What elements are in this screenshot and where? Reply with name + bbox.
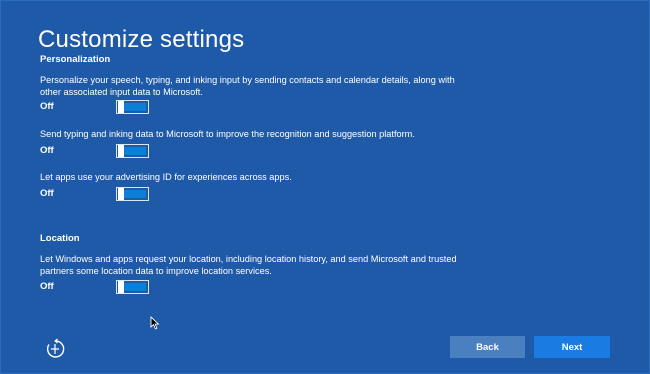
section-heading-location: Location xyxy=(40,233,80,244)
toggle-state-label: Off xyxy=(40,188,54,199)
setting-speech-typing: Off xyxy=(40,100,160,114)
speech-typing-toggle[interactable] xyxy=(116,100,149,114)
ease-of-access-icon[interactable] xyxy=(44,338,66,360)
toggle-state-label: Off xyxy=(40,101,54,112)
location-toggle[interactable] xyxy=(116,280,149,294)
mouse-pointer-icon xyxy=(150,316,160,330)
setting-description-location: Let Windows and apps request your locati… xyxy=(40,254,457,276)
setting-description-advertising-id: Let apps use your advertising ID for exp… xyxy=(40,172,292,182)
advertising-id-toggle[interactable] xyxy=(116,187,149,201)
toggle-state-label: Off xyxy=(40,281,54,292)
setting-location: Off xyxy=(40,280,160,294)
setting-advertising-id: Off xyxy=(40,187,160,201)
typing-data-toggle[interactable] xyxy=(116,144,149,158)
setting-description-speech-typing: Personalize your speech, typing, and ink… xyxy=(40,75,455,97)
setting-typing-data: Off xyxy=(40,144,160,158)
back-button[interactable]: Back xyxy=(450,336,525,358)
toggle-knob xyxy=(118,188,124,200)
setting-description-typing-data: Send typing and inking data to Microsoft… xyxy=(40,129,415,139)
section-heading-personalization: Personalization xyxy=(40,54,111,65)
toggle-state-label: Off xyxy=(40,145,54,156)
next-button[interactable]: Next xyxy=(534,336,610,358)
page-title: Customize settings xyxy=(38,26,245,54)
toggle-knob xyxy=(118,101,124,113)
toggle-knob xyxy=(118,145,124,157)
toggle-knob xyxy=(118,281,124,293)
